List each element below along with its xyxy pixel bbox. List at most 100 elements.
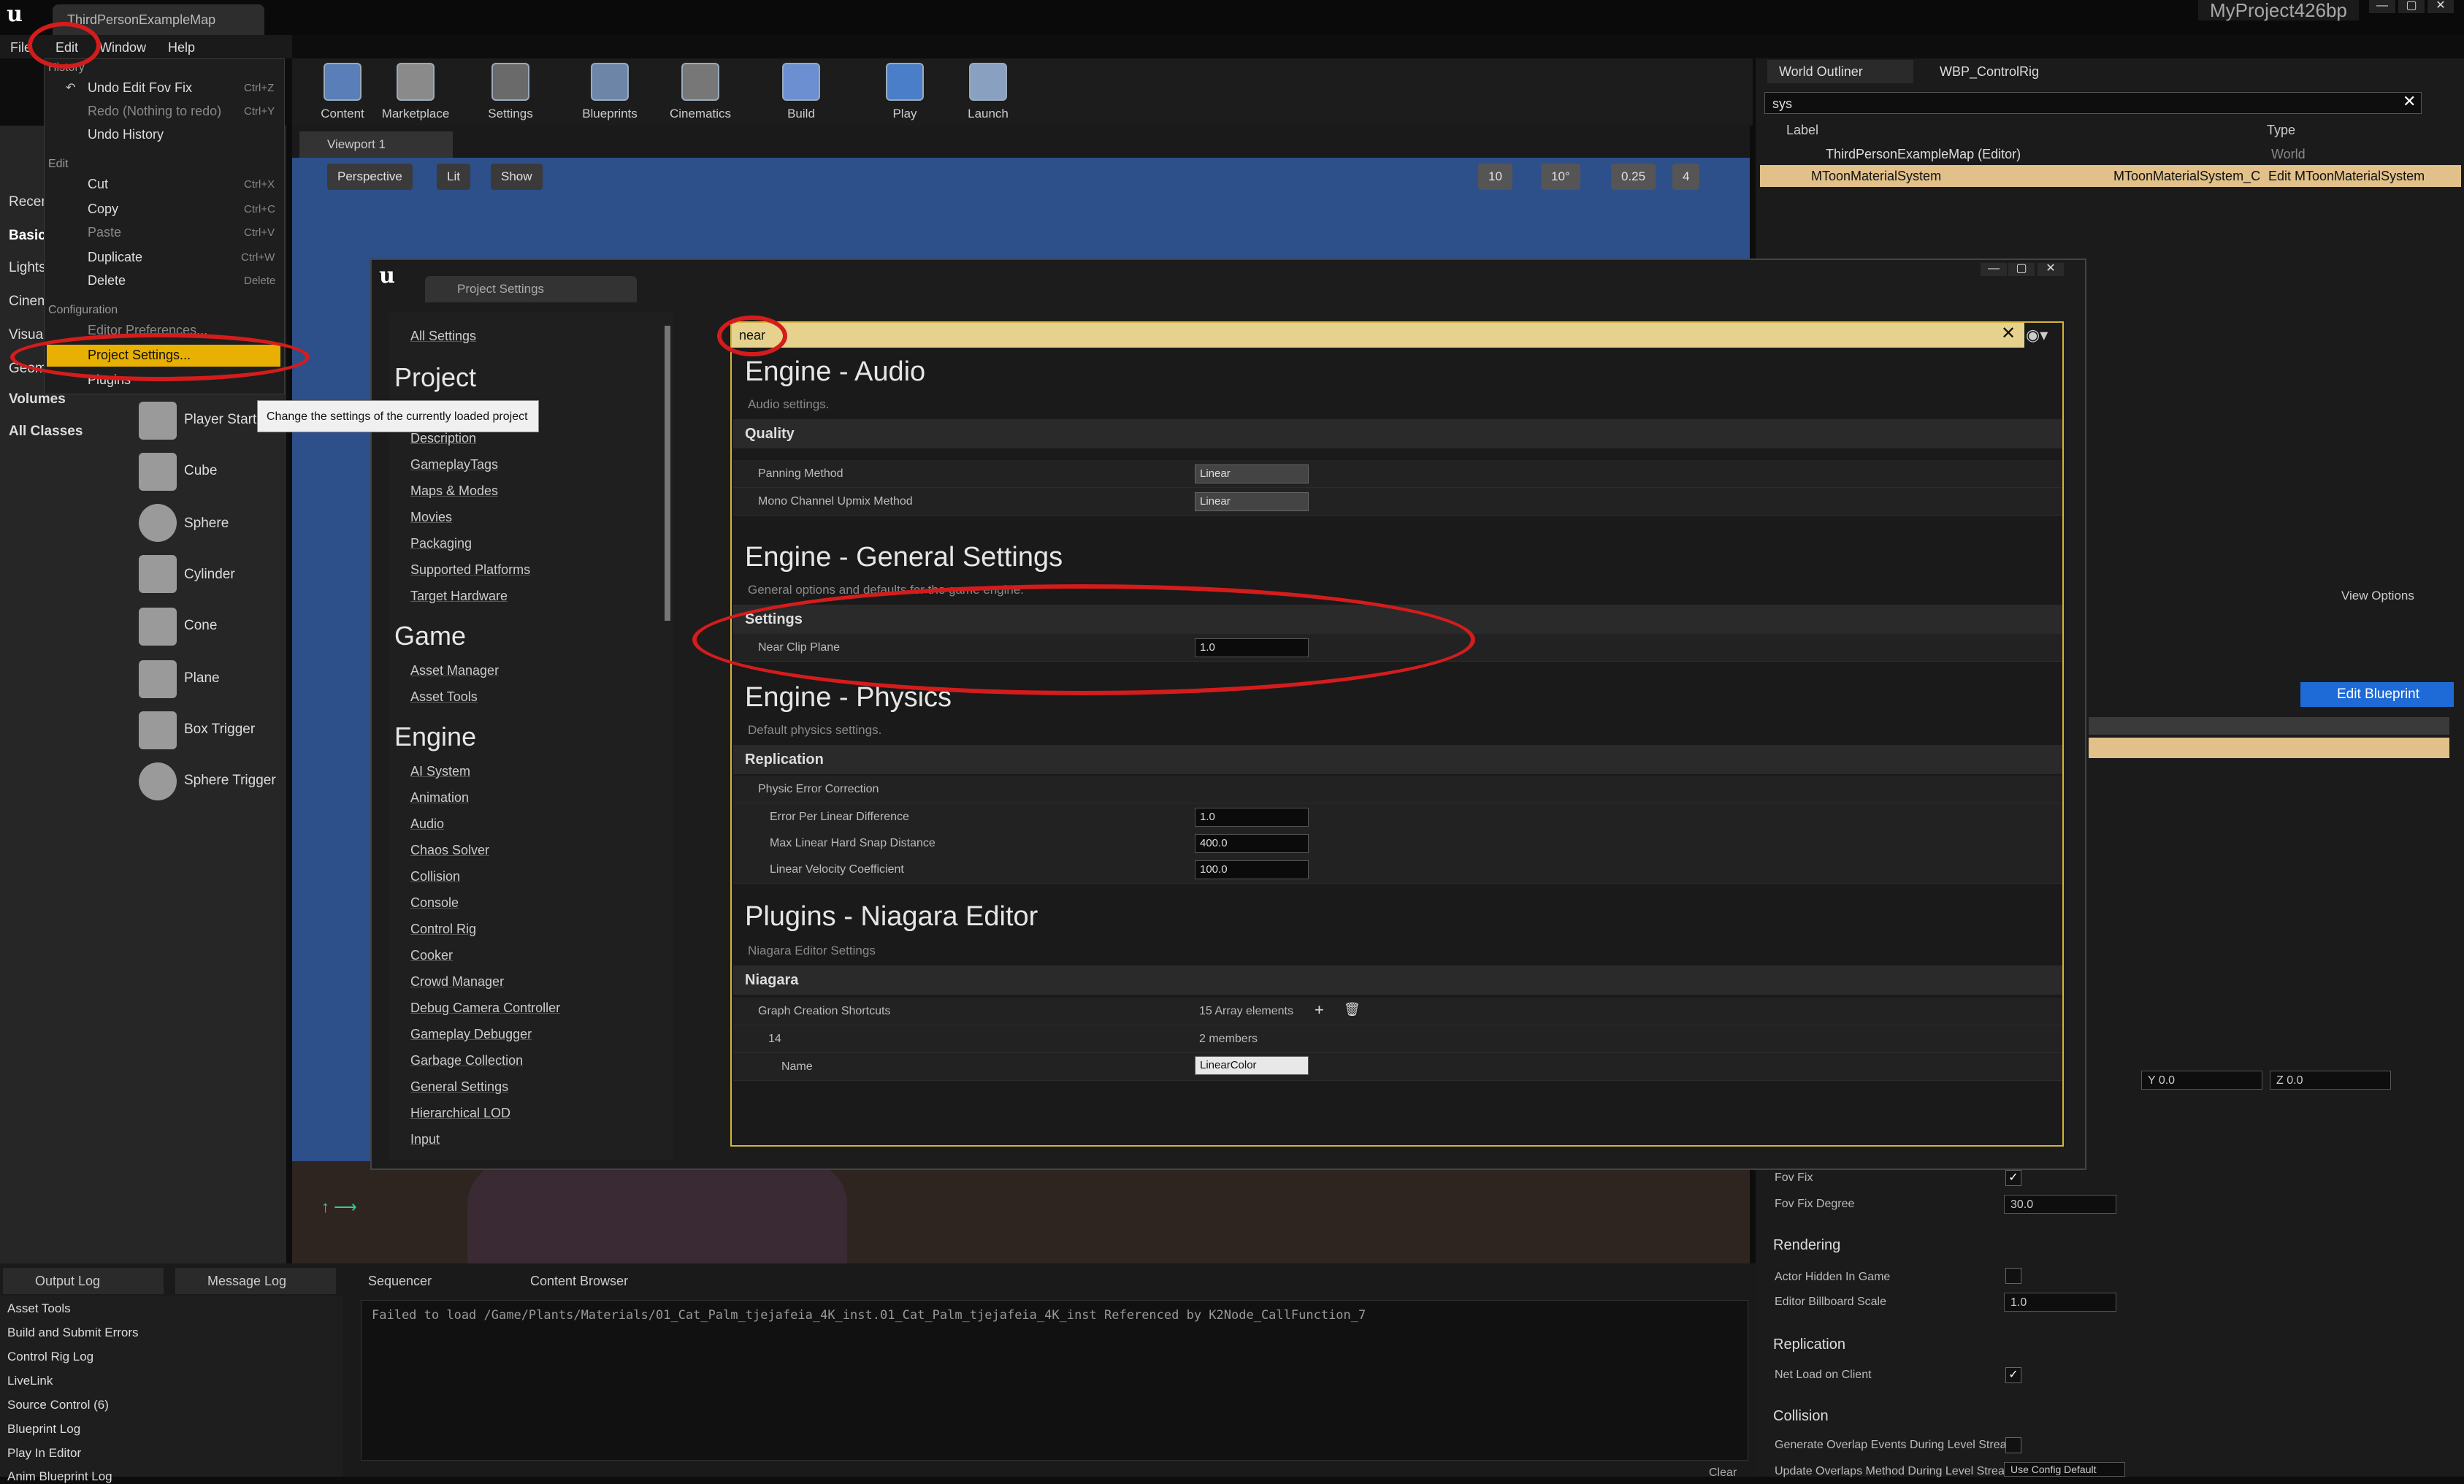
- menu-cut[interactable]: Cut: [88, 177, 108, 192]
- place-item-player-start[interactable]: Player Start: [184, 412, 256, 428]
- place-item-cone[interactable]: Cone: [184, 618, 217, 634]
- component-selected-row[interactable]: [2089, 738, 2449, 758]
- niagara-section[interactable]: Niagara: [733, 965, 2062, 995]
- menu-redo[interactable]: Redo (Nothing to redo): [88, 104, 221, 119]
- viewport-tab[interactable]: Viewport 1: [299, 131, 453, 158]
- category-all-classes[interactable]: All Classes: [9, 424, 83, 440]
- details-search-bar[interactable]: [2089, 717, 2449, 735]
- project-settings-tab[interactable]: Project Settings: [425, 276, 637, 302]
- nav-debug-camera[interactable]: Debug Camera Controller: [410, 1001, 560, 1016]
- clear-button[interactable]: Clear: [1709, 1466, 1737, 1480]
- grid-snap-value[interactable]: 10: [1478, 164, 1512, 190]
- place-item-plane[interactable]: Plane: [184, 670, 220, 686]
- snap-distance-field[interactable]: 400.0: [1195, 834, 1309, 853]
- nav-packaging[interactable]: Packaging: [410, 536, 472, 551]
- log-item[interactable]: Play In Editor: [7, 1446, 81, 1461]
- location-z-field[interactable]: Z 0.0: [2270, 1071, 2391, 1090]
- view-options-button[interactable]: View Options: [2341, 589, 2414, 603]
- marketplace-button[interactable]: Marketplace: [375, 63, 456, 126]
- element-index[interactable]: 14: [768, 1033, 781, 1046]
- log-message[interactable]: Failed to load /Game/Plants/Materials/01…: [372, 1308, 1366, 1323]
- overlap-events-checkbox[interactable]: [2005, 1437, 2021, 1453]
- add-element-icon[interactable]: +: [1315, 1001, 1324, 1020]
- outliner-row-map[interactable]: ThirdPersonExampleMap (Editor) World: [1760, 143, 2461, 165]
- menu-help[interactable]: Help: [168, 37, 195, 58]
- menu-copy[interactable]: Copy: [88, 202, 118, 217]
- eye-icon[interactable]: ◉▾: [2026, 326, 2048, 345]
- play-button[interactable]: Play: [865, 63, 945, 126]
- nav-general-settings[interactable]: General Settings: [410, 1079, 508, 1095]
- launch-button[interactable]: Launch: [948, 63, 1028, 126]
- nav-maps-modes[interactable]: Maps & Modes: [410, 483, 498, 499]
- menu-delete[interactable]: Delete: [88, 273, 126, 288]
- net-load-checkbox[interactable]: ✓: [2005, 1367, 2021, 1383]
- cinematics-button[interactable]: Cinematics: [660, 63, 741, 126]
- outliner-search-input[interactable]: sys: [1764, 92, 2422, 114]
- tab-content-browser[interactable]: Content Browser: [498, 1268, 659, 1294]
- rendering-section[interactable]: Rendering: [1773, 1237, 1840, 1254]
- settings-search-input[interactable]: near: [732, 323, 2024, 348]
- rotation-snap-value[interactable]: 10°: [1541, 164, 1580, 190]
- build-button[interactable]: Build: [761, 63, 841, 126]
- col-type-header[interactable]: Type: [2267, 123, 2295, 138]
- nav-cooker[interactable]: Cooker: [410, 948, 453, 963]
- nav-all-settings[interactable]: All Settings: [410, 329, 476, 344]
- col-label-header[interactable]: Label: [1786, 123, 1818, 138]
- minimize-icon[interactable]: —: [2369, 0, 2395, 13]
- log-item[interactable]: Asset Tools: [7, 1301, 71, 1316]
- outliner-row-mtoon[interactable]: MToonMaterialSystem MToonMaterialSystem_…: [1760, 165, 2461, 187]
- nav-gameplaytags[interactable]: GameplayTags: [410, 457, 498, 473]
- panning-dropdown[interactable]: Linear: [1195, 464, 1309, 483]
- place-item-sphere-trigger[interactable]: Sphere Trigger: [184, 773, 276, 789]
- place-item-cube[interactable]: Cube: [184, 463, 217, 479]
- log-item[interactable]: LiveLink: [7, 1374, 53, 1388]
- ps-maximize-icon[interactable]: ▢: [2008, 263, 2035, 276]
- nav-chaos-solver[interactable]: Chaos Solver: [410, 843, 489, 858]
- menu-window[interactable]: Window: [99, 37, 146, 58]
- log-item[interactable]: Build and Submit Errors: [7, 1326, 139, 1340]
- camera-speed-value[interactable]: 4: [1672, 164, 1700, 190]
- quality-section[interactable]: Quality: [733, 419, 2062, 448]
- collision-section[interactable]: Collision: [1773, 1408, 1829, 1425]
- log-item[interactable]: Control Rig Log: [7, 1350, 93, 1364]
- trash-icon[interactable]: 🗑: [1344, 1002, 1361, 1017]
- nav-gameplay-debugger[interactable]: Gameplay Debugger: [410, 1027, 532, 1042]
- nav-description[interactable]: Description: [410, 431, 476, 446]
- error-linear-field[interactable]: 1.0: [1195, 808, 1309, 827]
- physic-error-correction-label[interactable]: Physic Error Correction: [758, 783, 879, 796]
- clear-search-icon[interactable]: ✕: [2001, 323, 2016, 344]
- shortcuts-label[interactable]: Graph Creation Shortcuts: [758, 1005, 890, 1018]
- nav-audio[interactable]: Audio: [410, 816, 444, 832]
- element-members[interactable]: 2 members: [1199, 1033, 1258, 1046]
- nav-garbage-collection[interactable]: Garbage Collection: [410, 1053, 523, 1068]
- menu-duplicate[interactable]: Duplicate: [88, 250, 142, 265]
- nav-asset-tools[interactable]: Asset Tools: [410, 689, 478, 705]
- category-basic[interactable]: Basic: [9, 228, 46, 244]
- edit-blueprint-button[interactable]: Edit Blueprint: [2300, 682, 2454, 707]
- nav-input[interactable]: Input: [410, 1132, 440, 1147]
- log-item[interactable]: Blueprint Log: [7, 1422, 80, 1437]
- menu-undo-history[interactable]: Undo History: [88, 127, 164, 142]
- tab-sequencer[interactable]: Sequencer: [336, 1268, 497, 1294]
- replication-section[interactable]: Replication: [1773, 1336, 1845, 1353]
- upmix-dropdown[interactable]: Linear: [1195, 492, 1309, 511]
- nav-hierarchical-lod[interactable]: Hierarchical LOD: [410, 1106, 510, 1121]
- nav-ai-system[interactable]: AI System: [410, 764, 470, 779]
- ps-minimize-icon[interactable]: —: [1981, 263, 2007, 276]
- nav-collision[interactable]: Collision: [410, 869, 460, 884]
- edit-mtoon-link[interactable]: Edit MToonMaterialSystem: [2268, 165, 2425, 187]
- nav-asset-manager[interactable]: Asset Manager: [410, 663, 499, 678]
- menu-paste[interactable]: Paste: [88, 225, 121, 240]
- tab-message-log[interactable]: Message Log: [175, 1268, 336, 1294]
- billboard-scale-field[interactable]: 1.0: [2004, 1293, 2116, 1312]
- log-item[interactable]: Source Control (6): [7, 1398, 109, 1412]
- tab-wbp-controlrig[interactable]: WBP_ControlRig: [1928, 60, 2074, 83]
- clear-search-icon[interactable]: ✕: [2403, 92, 2416, 111]
- close-icon[interactable]: ✕: [2427, 0, 2454, 13]
- content-button[interactable]: Content: [302, 63, 383, 126]
- tab-output-log[interactable]: Output Log: [3, 1268, 164, 1294]
- nav-crowd-manager[interactable]: Crowd Manager: [410, 974, 504, 990]
- update-overlaps-dropdown[interactable]: Use Config Default: [2004, 1462, 2125, 1477]
- nav-scrollbar[interactable]: [665, 326, 670, 621]
- velocity-coeff-field[interactable]: 100.0: [1195, 860, 1309, 879]
